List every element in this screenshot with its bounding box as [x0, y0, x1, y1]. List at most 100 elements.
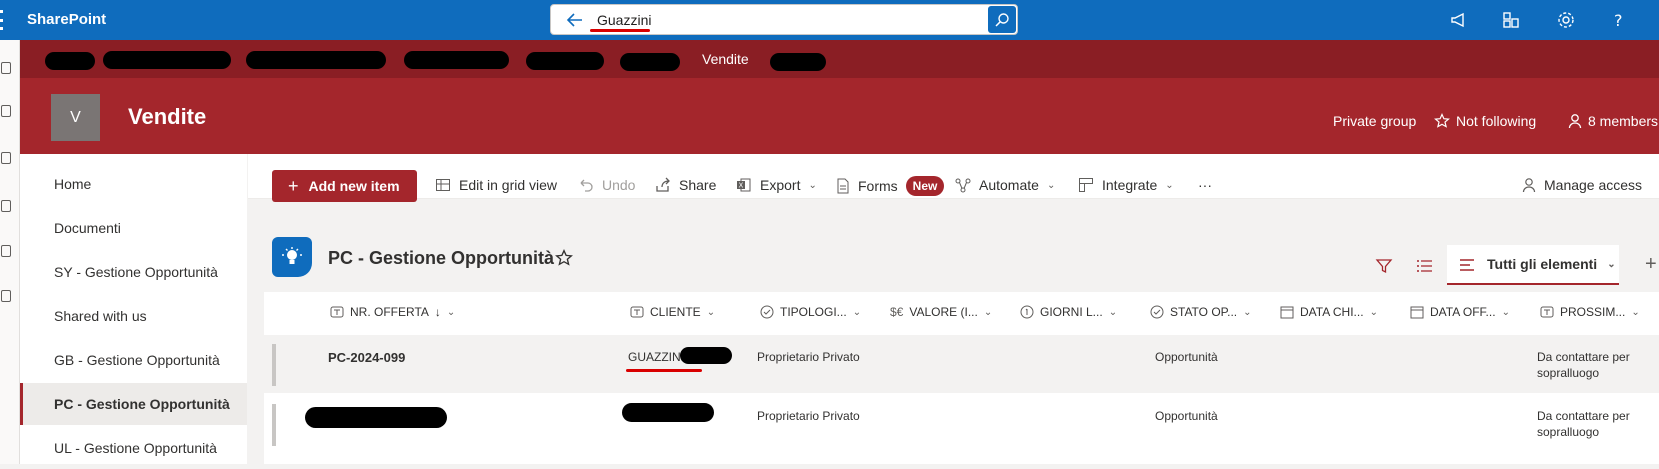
- undo-button[interactable]: Undo: [578, 177, 635, 193]
- sort-arrow-down-icon: ↓: [434, 305, 441, 319]
- app-icon[interactable]: [1500, 9, 1522, 31]
- column-label: DATA OFF...: [1430, 305, 1496, 319]
- cell-cliente[interactable]: GUAZZINI: [628, 350, 684, 364]
- column-header-tipologia[interactable]: TIPOLOGI... ⌄: [760, 305, 861, 319]
- gear-icon[interactable]: [1555, 9, 1577, 31]
- undo-icon: [580, 179, 593, 192]
- list-title[interactable]: PC - Gestione Opportunità: [328, 248, 554, 269]
- column-label: DATA CHI...: [1300, 305, 1364, 319]
- star-icon: [1434, 113, 1450, 128]
- redacted-text: [680, 347, 732, 364]
- automate-button[interactable]: Automate ⌄: [955, 177, 1055, 193]
- share-icon: [656, 177, 670, 192]
- nav-item-pc-gestione[interactable]: PC - Gestione Opportunità: [20, 383, 247, 425]
- manage-access-button[interactable]: Manage access: [1522, 177, 1642, 193]
- privacy-text: Private group: [1333, 113, 1417, 129]
- rail-create-icon[interactable]: [1, 290, 11, 302]
- column-label: PROSSIM...: [1560, 305, 1626, 319]
- list-icon: [272, 237, 312, 277]
- cell-prossimo: Da contattare per sopralluogo: [1537, 409, 1630, 439]
- back-arrow-icon[interactable]: [565, 10, 585, 30]
- column-header-stato[interactable]: STATO OP... ⌄: [1150, 305, 1252, 319]
- privacy-label: Private group: [1333, 113, 1416, 129]
- megaphone-icon[interactable]: [1448, 9, 1470, 31]
- filter-icon[interactable]: [1375, 257, 1393, 275]
- export-button[interactable]: X Export ⌄: [736, 177, 817, 193]
- search-button[interactable]: [988, 6, 1016, 33]
- nav-item-shared-with-us[interactable]: Shared with us: [20, 295, 247, 337]
- brand-name[interactable]: SharePoint: [27, 11, 106, 28]
- column-header-prossimo[interactable]: PROSSIM... ⌄: [1540, 305, 1640, 319]
- more-button[interactable]: ···: [1198, 177, 1212, 193]
- text-column-icon: [630, 306, 644, 318]
- redacted-text: [622, 403, 714, 422]
- automate-label: Automate: [979, 177, 1039, 193]
- nav-item-home[interactable]: Home: [20, 163, 247, 205]
- row-selector[interactable]: [272, 344, 276, 386]
- integrate-button[interactable]: Integrate ⌄: [1078, 177, 1174, 193]
- column-header-data-chiusura[interactable]: DATA CHI... ⌄: [1280, 305, 1378, 319]
- row-selector[interactable]: [272, 404, 276, 446]
- add-new-item-button[interactable]: + Add new item: [272, 170, 417, 202]
- number-column-icon: [1020, 305, 1034, 319]
- chevron-down-icon: ⌄: [1501, 306, 1510, 318]
- person-icon: [1522, 178, 1536, 193]
- view-selector[interactable]: Tutti gli elementi ⌄: [1447, 245, 1619, 285]
- nav-item-documenti[interactable]: Documenti: [20, 207, 247, 249]
- share-label: Share: [679, 177, 717, 193]
- site-title[interactable]: Vendite: [128, 104, 206, 130]
- column-header-giorni[interactable]: GIORNI L... ⌄: [1020, 305, 1117, 319]
- members-button[interactable]: 8 members: [1568, 113, 1658, 129]
- redacted-hub-item: [246, 51, 386, 69]
- forms-button[interactable]: Forms New: [836, 176, 945, 196]
- help-icon[interactable]: ?: [1608, 9, 1630, 31]
- redacted-hub-item: [103, 51, 231, 69]
- cell-tipologia: Proprietario Privato: [757, 350, 860, 364]
- choice-column-icon: [760, 305, 774, 319]
- rail-lists-icon[interactable]: [1, 245, 11, 257]
- chevron-down-icon: ⌄: [808, 179, 817, 191]
- currency-column-icon: $€: [890, 305, 904, 319]
- chevron-down-icon: ⌄: [446, 306, 456, 318]
- app-rail: [0, 40, 20, 464]
- cell-stato: Opportunità: [1155, 409, 1218, 423]
- follow-button[interactable]: Not following: [1434, 113, 1536, 129]
- column-label: CLIENTE: [650, 305, 701, 319]
- edit-grid-button[interactable]: Edit in grid view: [435, 177, 557, 193]
- rail-files-icon[interactable]: [1, 152, 11, 164]
- cell-nr-offerta[interactable]: PC-2024-099: [328, 350, 405, 365]
- app-launcher-icon[interactable]: [0, 10, 6, 30]
- cell-prossimo: Da contattare per sopralluogo: [1537, 350, 1630, 380]
- hub-item-vendite[interactable]: Vendite: [702, 51, 749, 67]
- nav-item-ul-gestione[interactable]: UL - Gestione Opportunità: [20, 427, 247, 469]
- favorite-star-icon[interactable]: [555, 249, 573, 267]
- column-label: VALORE (I...: [909, 305, 978, 319]
- search-icon: [995, 12, 1009, 27]
- undo-label: Undo: [602, 177, 636, 193]
- view-options-icon[interactable]: [1416, 257, 1434, 275]
- rail-doc-icon[interactable]: [1, 200, 11, 212]
- grid-icon: [436, 179, 450, 191]
- column-header-cliente[interactable]: CLIENTE ⌄: [630, 305, 715, 319]
- column-header-data-offerta[interactable]: DATA OFF... ⌄: [1410, 305, 1510, 319]
- column-label: GIORNI L...: [1040, 305, 1103, 319]
- nav-item-gb-gestione[interactable]: GB - Gestione Opportunità: [20, 339, 247, 381]
- add-new-item-label: Add new item: [308, 178, 400, 194]
- chevron-down-icon: ⌄: [1631, 306, 1640, 318]
- add-view-icon[interactable]: +: [1645, 253, 1657, 276]
- table-row[interactable]: [264, 335, 1659, 393]
- table-row[interactable]: [264, 395, 1659, 453]
- rail-home-icon[interactable]: [1, 62, 11, 74]
- nav-item-sy-gestione[interactable]: SY - Gestione Opportunità: [20, 251, 247, 293]
- share-button[interactable]: Share: [655, 177, 716, 193]
- column-header-nr-offerta[interactable]: NR. OFFERTA ↓ ⌄: [330, 305, 455, 319]
- chevron-down-icon: ⌄: [1607, 258, 1616, 270]
- plus-icon: +: [288, 175, 299, 196]
- site-logo[interactable]: V: [51, 94, 100, 141]
- manage-access-label: Manage access: [1544, 177, 1643, 193]
- rail-globe-icon[interactable]: [1, 105, 11, 117]
- search-input[interactable]: [597, 8, 967, 32]
- more-icon: ···: [1198, 177, 1212, 193]
- column-header-valore[interactable]: $€ VALORE (I... ⌄: [890, 305, 992, 319]
- forms-icon: [837, 178, 849, 194]
